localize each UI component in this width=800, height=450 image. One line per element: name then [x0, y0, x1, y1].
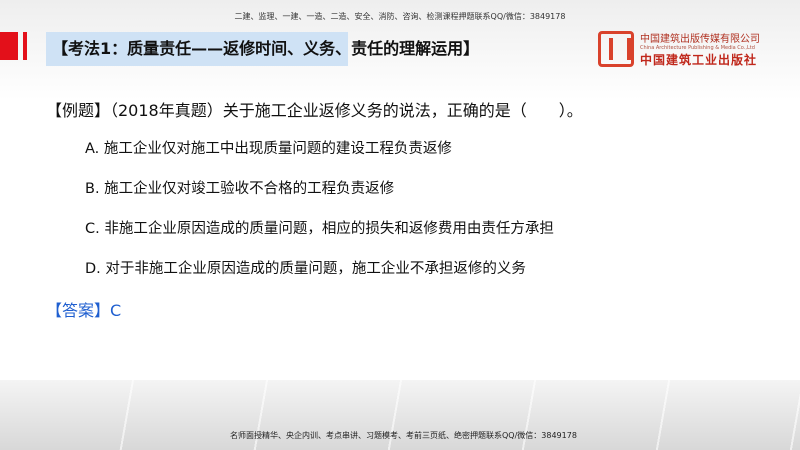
- publisher-logo: 中国建筑出版传媒有限公司 China Architecture Publishi…: [598, 30, 760, 68]
- option-c: C. 非施工企业原因造成的质量问题，相应的损失和返修费用由责任方承担: [85, 221, 554, 237]
- answer: 【答案】C: [46, 301, 122, 320]
- option-d: D. 对于非施工企业原因造成的质量问题，施工企业不承担返修的义务: [85, 261, 526, 277]
- question-text: 【例题】（2018年真题）关于施工企业返修义务的说法，正确的是（ ）。: [46, 101, 583, 120]
- top-contact-note: 二建、监理、一建、一造、二造、安全、消防、咨询、检测课程押题联系QQ/微信：38…: [234, 12, 566, 21]
- logo-calligraphy: 中国建筑工业出版社: [640, 53, 758, 67]
- option-a: A. 施工企业仅对施工中出现质量问题的建设工程负责返修: [85, 141, 452, 157]
- bottom-contact-note: 名师面授精华、央企内训、考点串讲、习题模考、考前三页纸、绝密押题联系QQ/微信：…: [230, 431, 577, 440]
- publisher-emblem-icon: [598, 31, 634, 67]
- option-b: B. 施工企业仅对竣工验收不合格的工程负责返修: [85, 181, 395, 197]
- red-accent-bar: [0, 32, 18, 60]
- logo-cn: 中国建筑出版传媒有限公司: [640, 34, 760, 45]
- section-title: 【考法1：质量责任——返修时间、义务、责任的理解运用】: [46, 32, 479, 66]
- red-accent-stripe: [23, 32, 27, 60]
